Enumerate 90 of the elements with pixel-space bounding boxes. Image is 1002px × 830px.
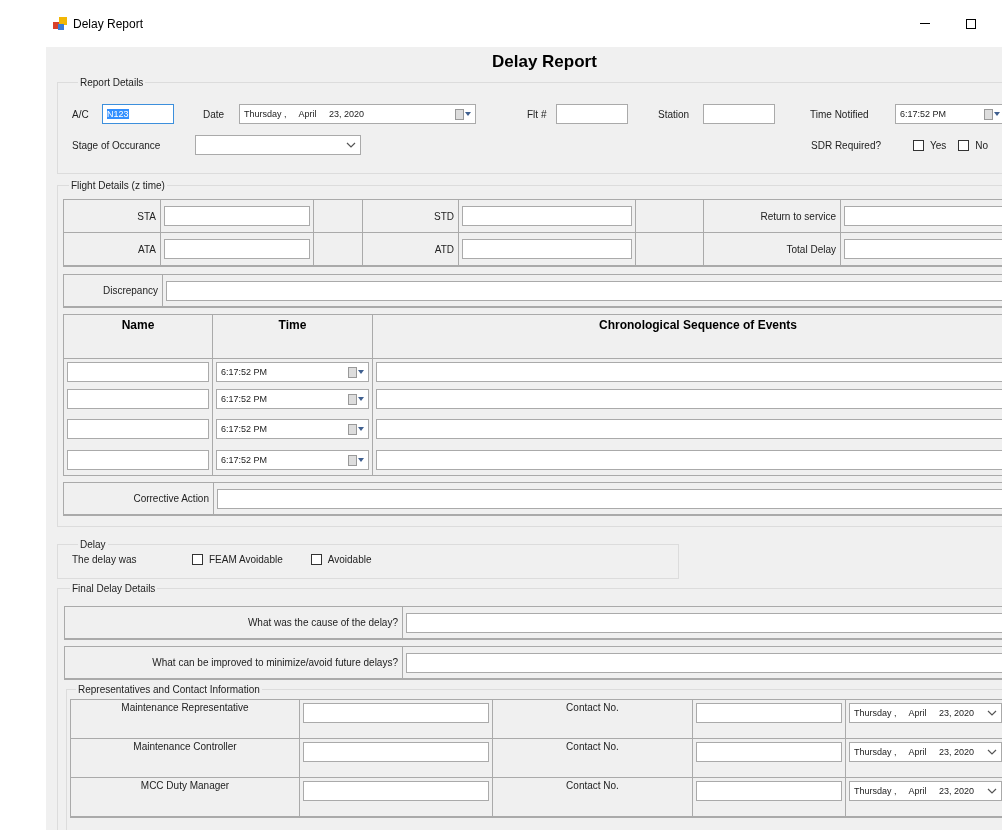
input-field[interactable] bbox=[696, 703, 842, 723]
group-label: Flight Details (z time) bbox=[70, 180, 166, 191]
input-field[interactable] bbox=[703, 104, 775, 124]
calendar-icon[interactable] bbox=[348, 423, 364, 435]
column-header: Name bbox=[64, 315, 213, 359]
input-field[interactable] bbox=[406, 612, 1002, 633]
checkbox-label: Yes bbox=[930, 139, 947, 151]
input-field[interactable] bbox=[217, 488, 1002, 509]
input-field[interactable] bbox=[696, 781, 842, 801]
calendar-icon[interactable] bbox=[348, 454, 364, 466]
input-field[interactable] bbox=[844, 206, 1002, 226]
input-field[interactable] bbox=[67, 450, 209, 470]
calendar-icon[interactable] bbox=[984, 108, 1000, 120]
table-cell: What can be improved to minimize/avoid future delays? bbox=[65, 647, 403, 679]
field-label: A/C bbox=[72, 108, 90, 120]
input-field[interactable] bbox=[844, 239, 1002, 259]
table-cell: Maintenance Representative bbox=[71, 700, 300, 739]
table-cell: STD bbox=[363, 200, 459, 233]
table-cell: Corrective Action bbox=[64, 483, 214, 515]
chevron-down-icon[interactable] bbox=[987, 749, 997, 755]
table-cell: ATD bbox=[363, 233, 459, 266]
chevron-down-icon[interactable] bbox=[987, 710, 997, 716]
chevron-down-icon bbox=[346, 142, 356, 148]
group-label: Report Details bbox=[79, 77, 145, 88]
checkbox-label: FEAM Avoidable bbox=[209, 554, 283, 565]
field-label: Stage of Occurance bbox=[72, 139, 162, 151]
time-picker[interactable]: 6:17:52 PM bbox=[216, 389, 369, 409]
group-label: Representatives and Contact Information bbox=[77, 684, 261, 695]
field-label: Date bbox=[203, 108, 226, 120]
input-field[interactable] bbox=[164, 239, 310, 259]
time-picker[interactable]: 6:17:52 PM bbox=[216, 362, 369, 382]
input-field[interactable] bbox=[376, 450, 1002, 470]
table-cell: Contact No. bbox=[493, 700, 693, 739]
calendar-icon[interactable] bbox=[348, 366, 364, 378]
form-heading: Delay Report bbox=[491, 51, 598, 73]
date-picker[interactable]: Thursday , April 23, 2020 bbox=[849, 742, 1002, 762]
table-cell: STA bbox=[64, 200, 161, 233]
field-label: Station bbox=[658, 108, 691, 120]
input-field[interactable] bbox=[303, 742, 489, 762]
input-field[interactable] bbox=[696, 742, 842, 762]
input-field[interactable] bbox=[406, 652, 1002, 673]
date-picker[interactable]: Thursday , April 23, 2020 bbox=[239, 104, 476, 124]
dropdown[interactable] bbox=[195, 135, 361, 155]
input-field[interactable] bbox=[303, 781, 489, 801]
checkbox[interactable] bbox=[958, 139, 970, 151]
checkbox[interactable] bbox=[192, 554, 203, 565]
calendar-icon[interactable] bbox=[348, 393, 364, 405]
group-label: Final Delay Details bbox=[71, 583, 157, 594]
checkbox-label: No bbox=[975, 139, 989, 151]
window-title: Delay Report bbox=[73, 16, 144, 31]
input-field[interactable] bbox=[67, 362, 209, 382]
column-header: Time bbox=[213, 315, 373, 359]
table-cell: Total Delay bbox=[704, 233, 841, 266]
chevron-down-icon[interactable] bbox=[987, 788, 997, 794]
maximize-icon[interactable] bbox=[966, 18, 976, 29]
time-picker[interactable]: 6:17:52 PM bbox=[895, 104, 1002, 124]
field-label: SDR Required? bbox=[811, 139, 883, 151]
table-cell: ATA bbox=[64, 233, 161, 266]
field-label: Time Notified bbox=[810, 108, 870, 120]
input-field[interactable] bbox=[376, 362, 1002, 382]
field-label: The delay was bbox=[72, 554, 138, 565]
input-field[interactable] bbox=[376, 389, 1002, 409]
input-field[interactable] bbox=[67, 389, 209, 409]
checkbox[interactable] bbox=[310, 554, 322, 565]
table-cell: Discrepancy bbox=[64, 275, 163, 307]
input-field[interactable] bbox=[166, 280, 1002, 301]
table-cell: What was the cause of the delay? bbox=[65, 607, 403, 639]
field-label: Flt # bbox=[527, 108, 548, 120]
table-cell: Return to service bbox=[704, 200, 841, 233]
app-icon bbox=[53, 16, 67, 31]
date-picker[interactable]: Thursday , April 23, 2020 bbox=[849, 703, 1002, 723]
date-picker[interactable]: Thursday , April 23, 2020 bbox=[849, 781, 1002, 801]
table-cell: MCC Duty Manager bbox=[71, 778, 300, 817]
checkbox[interactable] bbox=[913, 139, 924, 151]
input-field[interactable] bbox=[462, 239, 632, 259]
column-header: Chronological Sequence of Events bbox=[373, 315, 1002, 359]
table-cell: Maintenance Controller bbox=[71, 739, 300, 778]
table-cell: Contact No. bbox=[493, 739, 693, 778]
time-picker[interactable]: 6:17:52 PM bbox=[216, 450, 369, 470]
table-cell: Contact No. bbox=[493, 778, 693, 817]
calendar-icon[interactable] bbox=[455, 108, 471, 120]
input-field[interactable] bbox=[164, 206, 310, 226]
input-field[interactable] bbox=[462, 206, 632, 226]
input-field[interactable] bbox=[376, 419, 1002, 439]
time-picker[interactable]: 6:17:52 PM bbox=[216, 419, 369, 439]
input-field[interactable] bbox=[67, 419, 209, 439]
input-field[interactable] bbox=[556, 104, 628, 124]
input-field[interactable] bbox=[303, 703, 489, 723]
checkbox-label: Avoidable bbox=[327, 554, 372, 565]
group-label: Delay bbox=[79, 539, 107, 550]
